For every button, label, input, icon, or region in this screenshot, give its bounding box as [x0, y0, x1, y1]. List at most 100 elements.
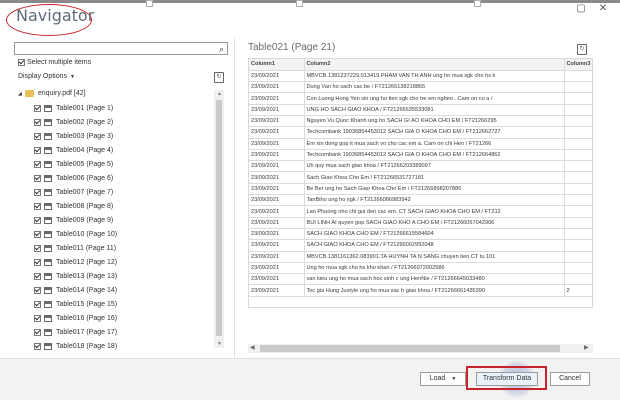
table-cell: 23/09/2021	[249, 239, 305, 252]
tree-item-table[interactable]: Table010 (Page 10)	[34, 228, 117, 242]
table-row: 23/09/2021 van kieu ung ho mua sach hoc s…	[249, 273, 592, 286]
tree-item-label: Table018 (Page 18)	[56, 343, 118, 350]
checkbox-icon[interactable]	[34, 230, 41, 238]
column-header[interactable]: Column3	[564, 59, 592, 71]
checkbox-icon[interactable]	[34, 188, 41, 196]
checkbox-icon[interactable]	[34, 342, 41, 350]
table-icon	[44, 118, 52, 126]
tree-item-table[interactable]: Table009 (Page 9)	[34, 214, 113, 228]
tree-item-table[interactable]: Table006 (Page 6)	[34, 172, 113, 186]
table-cell	[564, 138, 592, 150]
table-row: 23/09/2021 MBVCB.1381237229.013419.PHAM V…	[249, 70, 592, 83]
tree-item-table[interactable]: Table002 (Page 2)	[34, 116, 113, 130]
table-icon	[44, 216, 52, 224]
table-cell: SACH GIAO KHOA CHO EM / FT21266002992048	[304, 239, 565, 252]
horizontal-scroll-thumb[interactable]	[260, 345, 560, 352]
preview-refresh-icon[interactable]: ↻	[577, 44, 587, 55]
checkbox-icon[interactable]	[34, 216, 41, 224]
checkbox-icon[interactable]	[34, 174, 41, 182]
tree-item-table[interactable]: Table016 (Page 16)	[34, 312, 117, 326]
checkbox-icon[interactable]	[34, 286, 41, 294]
tree-scroll-thumb[interactable]	[216, 100, 222, 336]
column-header[interactable]: Column1	[249, 59, 305, 71]
checkbox-icon[interactable]	[34, 160, 41, 168]
tree-item-label: Table005 (Page 5)	[56, 161, 114, 168]
scroll-left-icon[interactable]: ◀	[250, 344, 255, 351]
checkbox-icon[interactable]	[18, 59, 25, 66]
search-icon[interactable]: ⌕	[219, 44, 224, 55]
table-cell: 23/09/2021	[249, 115, 305, 128]
tree-item-table[interactable]: Table011 (Page 11)	[34, 242, 116, 256]
tree-item-table[interactable]: Table013 (Page 13)	[34, 270, 117, 284]
checkbox-icon[interactable]	[34, 258, 41, 266]
checkbox-icon[interactable]	[34, 300, 41, 308]
table-cell: 23/09/2021	[249, 273, 305, 286]
resize-handle[interactable]	[474, 0, 481, 7]
column-header[interactable]: Column2	[304, 59, 565, 71]
expand-icon[interactable]: ◢	[18, 91, 22, 97]
resize-handle[interactable]	[146, 0, 153, 7]
close-icon[interactable]: ✕	[596, 3, 610, 14]
table-icon	[44, 272, 52, 280]
table-icon	[44, 230, 52, 238]
table-cell: 23/09/2021	[249, 81, 305, 94]
checkbox-icon[interactable]	[34, 118, 41, 126]
select-multiple-checkbox[interactable]: Select multiple items	[18, 59, 91, 66]
checkbox-icon[interactable]	[34, 132, 41, 140]
table-cell: 23/09/2021	[249, 284, 305, 297]
table-cell: 23/09/2021	[249, 262, 305, 275]
checkbox-icon[interactable]	[34, 328, 41, 336]
refresh-icon[interactable]: ↻	[214, 72, 224, 83]
tree-item-label: Table001 (Page 1)	[56, 105, 114, 112]
table-cell: Ung ho mua sgk cho hs kho khan / FT21266…	[304, 262, 565, 275]
scroll-down-icon[interactable]: ▼	[217, 341, 222, 347]
resize-handle[interactable]	[296, 0, 303, 7]
restore-icon[interactable]: ▢	[574, 3, 588, 14]
table-row: 23/09/2021 Toc gia Hung Justyle ung ho mu…	[249, 284, 592, 297]
tree-item-table[interactable]: Table005 (Page 5)	[34, 158, 113, 172]
panel-divider[interactable]	[234, 38, 235, 358]
checkbox-icon[interactable]	[34, 146, 41, 154]
checkbox-icon[interactable]	[34, 272, 41, 280]
table-row: 23/09/2021 MBVCB.1381161362.083901.TA HUY…	[249, 251, 592, 263]
checkbox-icon[interactable]	[34, 202, 41, 210]
chevron-down-icon[interactable]: ▼	[451, 376, 456, 382]
window-controls: ▢ ✕	[574, 3, 614, 17]
tree-item-label: Table017 (Page 17)	[56, 329, 118, 336]
tree-root-enquiry[interactable]: ◢ enquiry.pdf [42]	[18, 88, 86, 99]
tree-item-label: Table011 (Page 11)	[56, 245, 117, 252]
table-cell: UNG HO SACH GIAO KHOA / FT21266635533081	[304, 104, 565, 116]
tree-item-table[interactable]: Table004 (Page 4)	[34, 144, 113, 158]
tree-item-table[interactable]: Table001 (Page 1)	[34, 102, 113, 116]
table-row: 23/09/2021 TanBiho ung ho sgk / FT2126608…	[249, 194, 592, 207]
table-cell	[564, 160, 592, 173]
tree-item-label: Table012 (Page 12)	[56, 259, 118, 266]
cancel-button[interactable]: Cancel	[550, 372, 590, 386]
checkbox-icon[interactable]	[34, 104, 41, 112]
tree-item-table[interactable]: Table008 (Page 8)	[34, 200, 113, 214]
scroll-up-icon[interactable]: ▲	[217, 91, 222, 97]
tree-item-table[interactable]: Table003 (Page 3)	[34, 130, 113, 144]
tree-item-table[interactable]: Table015 (Page 15)	[34, 298, 117, 312]
table-row: 23/09/2021 Techcombank 19036854453012 SAC…	[249, 149, 592, 162]
table-cell: 23/09/2021	[249, 160, 305, 173]
tree-item-table[interactable]: Table012 (Page 12)	[34, 256, 117, 270]
tree-item-table[interactable]: Table017 (Page 17)	[34, 326, 117, 340]
table-icon	[44, 244, 52, 252]
tree-item-label: Table004 (Page 4)	[56, 147, 114, 154]
display-options-button[interactable]: Display Options ▼	[18, 73, 75, 80]
table-cell	[564, 104, 592, 116]
scroll-right-icon[interactable]: ▶	[584, 344, 589, 351]
table-cell: 23/09/2021	[249, 205, 305, 218]
checkbox-icon[interactable]	[34, 244, 41, 252]
search-input[interactable]: ⌕	[14, 42, 228, 55]
load-button[interactable]: Load ▼	[420, 372, 466, 386]
tree-item-table[interactable]: Table018 (Page 18)	[34, 340, 117, 354]
checkbox-icon[interactable]	[34, 314, 41, 322]
table-row: 23/09/2021 Uh quy mua sach giao khoa / FT…	[249, 160, 592, 173]
table-row: 23/09/2021 Techcombank 19036854453012 SAC…	[249, 126, 592, 139]
tree-root-label: enquiry.pdf [42]	[37, 90, 86, 97]
load-label: Load	[429, 375, 446, 382]
tree-item-table[interactable]: Table007 (Page 7)	[34, 186, 113, 200]
tree-item-table[interactable]: Table014 (Page 14)	[34, 284, 117, 298]
